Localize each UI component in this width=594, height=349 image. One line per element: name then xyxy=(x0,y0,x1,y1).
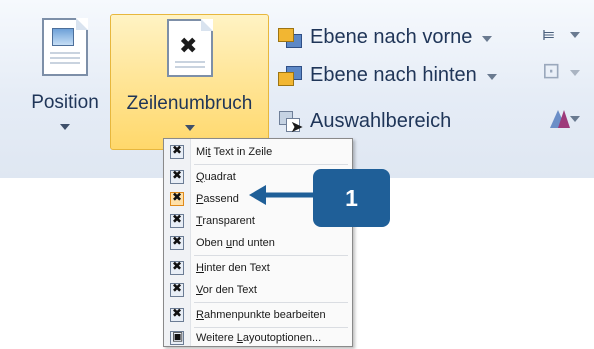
callout-number: 1 xyxy=(345,184,358,211)
callout-badge: 1 xyxy=(313,169,390,227)
callout-arrow xyxy=(249,185,318,205)
